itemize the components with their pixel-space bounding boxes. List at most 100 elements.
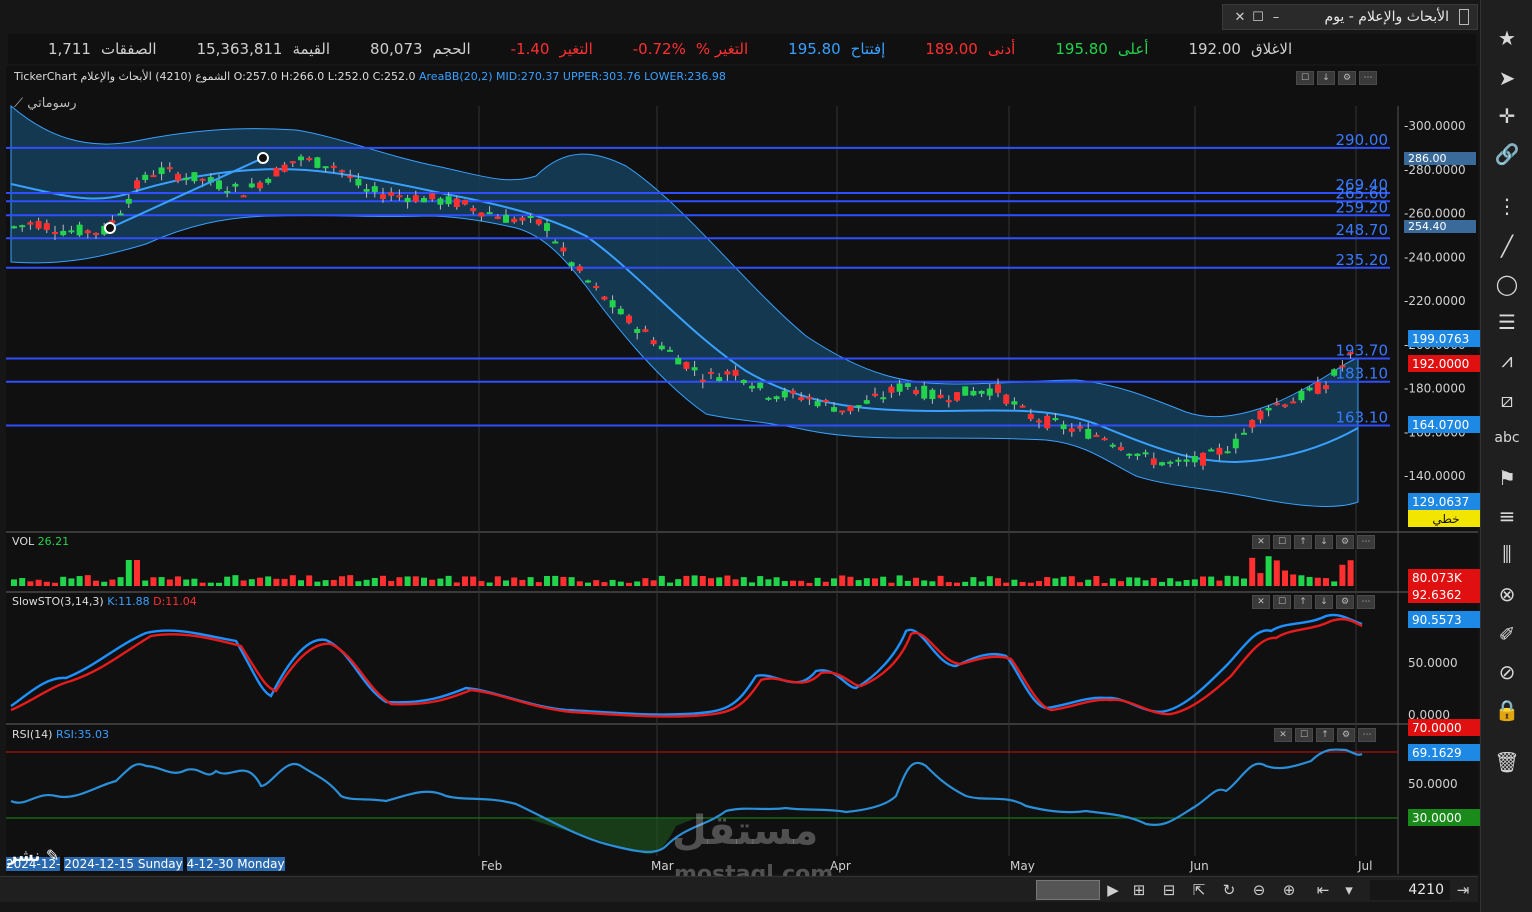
candle-body — [863, 400, 870, 404]
text-tool-icon[interactable]: abc — [1493, 424, 1521, 452]
panel-settings-icon[interactable]: ⚙ — [1336, 535, 1354, 549]
trend-line-icon[interactable]: ╱ — [1493, 232, 1521, 260]
candle-body — [125, 198, 132, 204]
volume-bar — [552, 575, 559, 586]
list-icon[interactable]: ≡ — [1493, 502, 1521, 530]
zoom-out-icon[interactable]: ⊖ — [1248, 880, 1270, 900]
stochastic-d-line — [10, 617, 1363, 718]
volume-bar — [1298, 575, 1305, 586]
close-icon[interactable]: ✕ — [1231, 8, 1249, 26]
volume-bar — [363, 579, 370, 586]
maximize-icon[interactable]: ☐ — [1249, 8, 1267, 26]
chart-canvas[interactable]: 290.00269.40265.60259.20248.70235.20193.… — [6, 66, 1478, 874]
panel-menu-icon[interactable]: ⋯ — [1358, 728, 1376, 742]
quote-change: التغير -1.40 — [511, 40, 593, 58]
minimize-icon[interactable]: – — [1267, 8, 1285, 26]
fibonacci-icon[interactable]: ☰ — [1493, 308, 1521, 336]
refresh-icon[interactable]: ↻ — [1218, 880, 1240, 900]
panel-up-icon[interactable]: ↑ — [1316, 728, 1334, 742]
panel-maximize-icon[interactable]: ☐ — [1273, 535, 1291, 549]
panel-menu-icon[interactable]: ⋯ — [1359, 71, 1377, 85]
scroll-right-icon[interactable]: ▶ — [1102, 880, 1124, 900]
candle-icon[interactable]: ⫼ — [1493, 540, 1521, 568]
panel-menu-icon[interactable]: ⋯ — [1357, 595, 1375, 609]
enter-icon[interactable]: ⇥ — [1452, 880, 1474, 900]
zoom-window-icon[interactable]: ⊟ — [1158, 880, 1180, 900]
trend-line-handle[interactable] — [104, 222, 116, 234]
panel-down-icon[interactable]: ↓ — [1317, 71, 1335, 85]
candle-body — [273, 167, 280, 177]
candle-body — [339, 170, 345, 173]
volume-bar — [43, 581, 50, 586]
trash-icon[interactable]: 🗑 — [1493, 748, 1521, 776]
volume-bar — [470, 576, 477, 586]
dropdown-icon[interactable]: ▾ — [1338, 880, 1360, 900]
trades-value: 1,711 — [48, 40, 91, 58]
candle-body — [1183, 459, 1190, 462]
drawings-dropdown[interactable]: ⟋ رسوماتي — [14, 96, 77, 111]
candle-body — [831, 407, 837, 412]
vertical-line-icon[interactable]: ⋮ — [1493, 192, 1521, 220]
time-scroll-thumb[interactable] — [1036, 880, 1100, 900]
volume-bar — [831, 578, 837, 586]
star-icon[interactable]: ★ — [1493, 24, 1521, 52]
volume-bar — [1347, 560, 1354, 586]
lock-icon[interactable]: 🔒 — [1493, 696, 1521, 724]
panel-maximize-icon[interactable]: ☐ — [1296, 71, 1314, 85]
volume-bar — [593, 580, 600, 586]
symbol-input[interactable]: 4210 — [1370, 880, 1450, 900]
panel-down-icon[interactable]: ↓ — [1315, 595, 1333, 609]
trend-line-handle[interactable] — [257, 152, 269, 164]
zoom-in-icon[interactable]: ⊕ — [1278, 880, 1300, 900]
ellipse-icon[interactable]: ◯ — [1493, 270, 1521, 298]
panel-down-icon[interactable]: ↓ — [1315, 535, 1333, 549]
candle-body — [60, 230, 67, 236]
pattern-icon[interactable]: ⩘ — [1493, 346, 1521, 374]
panel-up-icon[interactable]: ↑ — [1294, 535, 1312, 549]
panel-close-icon[interactable]: ✕ — [1274, 728, 1292, 742]
candle-body — [1134, 453, 1141, 457]
panel-settings-icon[interactable]: ⚙ — [1336, 595, 1354, 609]
panel-close-icon[interactable]: ✕ — [1252, 595, 1270, 609]
volume-bar — [1101, 582, 1108, 586]
volume-bar — [486, 582, 493, 586]
zoom-fit-icon[interactable]: ⊞ — [1128, 880, 1150, 900]
chart-window-tab[interactable]: ✕ ☐ – الأبحاث والإعلام - يوم — [1222, 4, 1478, 30]
cursor-icon[interactable]: ➤ — [1493, 64, 1521, 92]
publish-button[interactable]: نشر ✎ — [8, 846, 62, 872]
go-back-icon[interactable]: ⇤ — [1312, 880, 1334, 900]
volume-bar — [1257, 573, 1264, 586]
brush-icon[interactable]: ✐ — [1493, 620, 1521, 648]
zoom-range-icon[interactable]: ⇱ — [1188, 880, 1210, 900]
panel-up-icon[interactable]: ↑ — [1294, 595, 1312, 609]
panel-menu-icon[interactable]: ⋯ — [1357, 535, 1375, 549]
clear-icon[interactable]: ⊗ — [1493, 580, 1521, 608]
vol-name: VOL — [12, 535, 35, 548]
panel-settings-icon[interactable]: ⚙ — [1337, 728, 1355, 742]
price-axis-label: -140.0000 — [1404, 469, 1466, 483]
candle-body — [650, 340, 657, 345]
crosshair-icon[interactable]: ✛ — [1493, 102, 1521, 130]
sto-k-value: K:11.88 — [107, 595, 150, 608]
hide-icon[interactable]: ⊘ — [1493, 658, 1521, 686]
chart-area[interactable]: 290.00 269.40 265.60 259.20 248.70 235.20 193.… — [6, 66, 1480, 874]
candle-body — [609, 300, 616, 308]
scale-type-linear[interactable]: خطي — [1408, 510, 1480, 527]
volume-bar — [273, 578, 280, 586]
volume-bar — [207, 582, 214, 586]
panel-settings-icon[interactable]: ⚙ — [1338, 71, 1356, 85]
link-icon[interactable]: 🔗 — [1493, 140, 1521, 168]
flag-icon[interactable]: ⚑ — [1493, 464, 1521, 492]
panel-close-icon[interactable]: ✕ — [1252, 535, 1270, 549]
volume-bar — [1314, 577, 1321, 586]
candle-body — [27, 222, 34, 225]
vol-value: 26.21 — [37, 535, 70, 548]
hline-label: 259.20 — [1336, 198, 1389, 216]
panel-maximize-icon[interactable]: ☐ — [1295, 728, 1313, 742]
volume-bar — [101, 581, 108, 586]
volume-bar — [1265, 556, 1272, 586]
channel-icon[interactable]: ⧄ — [1493, 386, 1521, 414]
panel-maximize-icon[interactable]: ☐ — [1273, 595, 1291, 609]
tag-volume-avg: 92.6362 — [1408, 586, 1480, 603]
candle-body — [1282, 404, 1288, 407]
